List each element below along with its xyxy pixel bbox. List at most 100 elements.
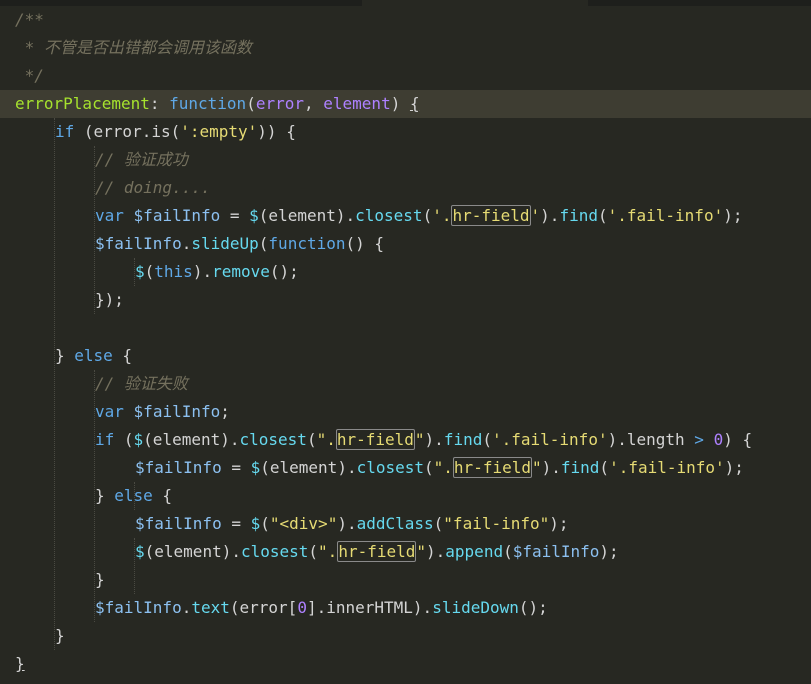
code-token: */ [15, 66, 44, 85]
code-token: var [95, 206, 124, 225]
code-token: (); [269, 262, 299, 281]
code-token: text [191, 598, 230, 617]
code-token: )) { [257, 122, 296, 141]
code-line[interactable]: } [55, 622, 65, 650]
code-token: ( [599, 458, 610, 477]
code-token: ( [258, 234, 269, 253]
indent-guide [134, 258, 136, 286]
code-token: (error.is( [74, 122, 181, 141]
code-token: ( [503, 542, 513, 561]
code-token: 0 [713, 430, 724, 449]
code-token: $failInfo [133, 402, 221, 421]
code-line[interactable]: $(element).closest(".hr-field").append($… [135, 538, 619, 566]
code-token: hr-field [452, 457, 532, 478]
code-token: $ [249, 206, 259, 225]
code-line[interactable]: if (error.is(':empty')) { [55, 118, 296, 146]
code-token: ". [433, 458, 453, 477]
code-token: { [409, 94, 420, 113]
code-token: element [323, 94, 391, 113]
code-token: () { [345, 234, 385, 253]
code-line[interactable]: $failInfo.slideUp(function() { [95, 230, 384, 258]
code-token: // 验证成功 [95, 150, 188, 169]
code-token: function [169, 94, 247, 113]
code-token: "<div>" [269, 514, 338, 533]
code-token: "fail-info" [443, 514, 550, 533]
indent-guide [134, 482, 136, 510]
code-line[interactable]: $failInfo = $("<div>").addClass("fail-in… [135, 510, 569, 538]
code-token: append [445, 542, 504, 561]
code-token: $ [250, 514, 261, 533]
code-token: = [221, 458, 251, 477]
code-token: hr-field [335, 429, 415, 450]
code-line[interactable]: } [15, 650, 25, 678]
code-line[interactable]: } else { [55, 342, 132, 370]
code-token: ); [599, 542, 619, 561]
code-line[interactable]: }); [95, 286, 124, 314]
code-token: } [55, 346, 75, 365]
code-token: ); [723, 206, 743, 225]
code-token: > [694, 430, 704, 449]
code-token: ':empty' [180, 122, 258, 141]
code-token: * 不管是否出错都会调用该函数 [15, 38, 252, 57]
code-line[interactable]: $failInfo = $(element).closest(".hr-fiel… [135, 454, 744, 482]
code-token: ". [318, 542, 338, 561]
code-token: '.fail-info' [491, 430, 608, 449]
code-token: ". [316, 430, 336, 449]
code-token: hr-field [337, 541, 417, 562]
code-token: $ [250, 458, 261, 477]
code-token: $failInfo [512, 542, 600, 561]
code-token: } [15, 654, 25, 673]
code-token: // doing.... [95, 178, 211, 197]
code-token: find [560, 458, 600, 477]
code-token: }); [95, 290, 124, 309]
code-line[interactable]: } [95, 566, 105, 594]
code-line[interactable]: // 验证失败 [95, 370, 188, 398]
code-token: } [55, 626, 65, 645]
code-token: (element). [258, 206, 356, 225]
code-line[interactable]: /** [15, 6, 44, 34]
code-line[interactable]: */ [15, 62, 44, 90]
code-line[interactable]: // doing.... [95, 174, 211, 202]
code-token: // 验证失败 [95, 374, 188, 393]
code-token: slideDown [432, 598, 519, 617]
code-token: ].innerHTML). [306, 598, 433, 617]
code-token: '. [432, 206, 452, 225]
code-token: ).length [607, 430, 695, 449]
code-token: $failInfo [135, 514, 222, 533]
code-token: " [416, 542, 427, 561]
code-token: find [559, 206, 598, 225]
code-token: '.fail-info' [609, 458, 725, 477]
code-line[interactable]: $(this).remove(); [135, 258, 299, 286]
code-token: this [154, 262, 193, 281]
code-token: ( [114, 430, 134, 449]
code-editor[interactable]: /** * 不管是否出错都会调用该函数 */ errorPlacement: fu… [0, 6, 811, 684]
code-token: slideUp [191, 234, 259, 253]
code-token: closest [240, 542, 309, 561]
code-token: $ [135, 262, 145, 281]
code-line[interactable]: * 不管是否出错都会调用该函数 [15, 34, 252, 62]
code-token: ( [422, 206, 433, 225]
code-token: $ [133, 430, 144, 449]
code-token: : [149, 94, 170, 113]
code-token: find [443, 430, 483, 449]
code-line[interactable]: var $failInfo = $(element).closest('.hr-… [95, 202, 742, 230]
code-line[interactable]: // 验证成功 [95, 146, 188, 174]
code-token: (element). [144, 542, 241, 561]
code-line[interactable]: errorPlacement: function(error, element)… [0, 90, 811, 118]
code-token: error [255, 94, 304, 113]
code-token: ( [306, 430, 317, 449]
code-token: $failInfo [95, 598, 182, 617]
code-line[interactable]: if ($(element).closest(".hr-field").find… [95, 426, 752, 454]
code-line[interactable]: $failInfo.text(error[0].innerHTML).slide… [95, 594, 548, 622]
code-token: } [95, 570, 105, 589]
code-token: (); [518, 598, 548, 617]
code-token: function [268, 234, 346, 253]
code-token: ( [308, 542, 319, 561]
code-token: if [95, 430, 115, 449]
code-line[interactable]: var $failInfo; [95, 398, 230, 426]
code-token: ); [724, 458, 744, 477]
code-token: = [220, 206, 250, 225]
